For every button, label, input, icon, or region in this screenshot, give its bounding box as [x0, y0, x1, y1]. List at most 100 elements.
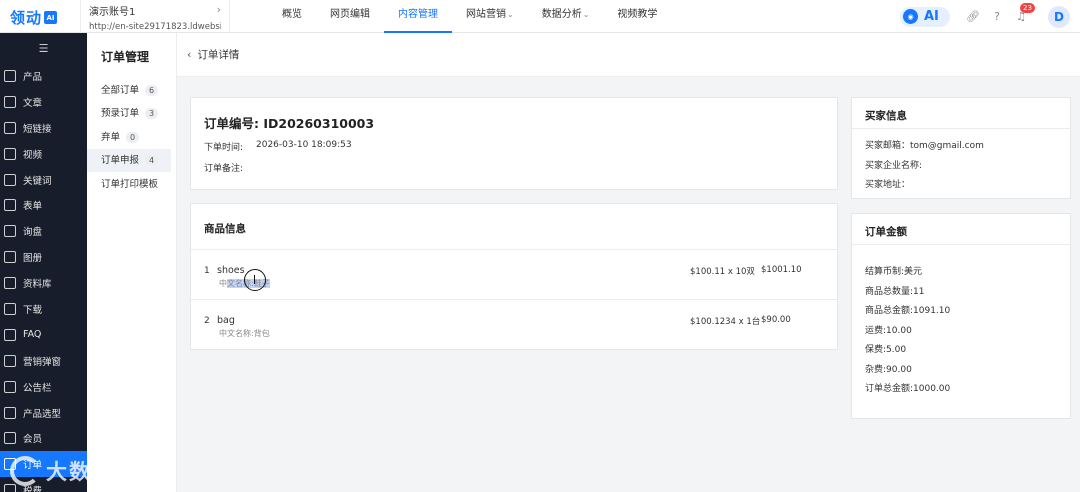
- watermark-logo-icon: [10, 456, 40, 486]
- logo-text: 领动: [10, 9, 43, 27]
- buyer-title: 买家信息: [852, 98, 1070, 129]
- account-switcher[interactable]: 演示账号1 http://en-site29171823.ldwebsite..…: [80, 0, 230, 33]
- link-icon[interactable]: 🔗︎: [964, 8, 982, 26]
- amount-title: 订单金额: [852, 214, 1070, 245]
- nav-page-edit[interactable]: 网页编辑: [316, 0, 384, 33]
- order-note-row: 订单备注:: [204, 164, 244, 174]
- amount-quantity: 商品总数量:11: [865, 286, 925, 297]
- goods-total: $90.00: [761, 315, 791, 325]
- watermark: 大数跨境: [10, 456, 138, 486]
- selection-icon: [4, 406, 16, 419]
- amount-misc: 杂费:90.00: [865, 364, 912, 375]
- popup-icon: [4, 354, 16, 367]
- sidebar-item-inquiries[interactable]: 询盘: [0, 218, 87, 244]
- chevron-down-icon: ⌄: [507, 10, 514, 19]
- article-icon: [4, 95, 16, 108]
- sidebar-item-product-selection[interactable]: 产品选型: [0, 400, 87, 426]
- amount-order-total: 订单总金额:1000.00: [865, 384, 951, 394]
- keyword-icon: [4, 173, 16, 186]
- page-header: ‹ 订单详情: [177, 33, 1080, 77]
- robot-icon: ◉: [903, 9, 918, 24]
- count-badge: 3: [145, 108, 159, 119]
- notice-icon: [4, 380, 16, 393]
- nav-analytics[interactable]: 数据分析⌄: [528, 0, 604, 33]
- buyer-info-card: 买家信息 买家邮箱：tom@gmail.com 买家企业名称: 买家地址：: [851, 97, 1071, 199]
- faq-icon: [4, 328, 16, 341]
- sidebar-item-downloads[interactable]: 下载: [0, 296, 87, 322]
- text-cursor-icon: [244, 269, 266, 291]
- goods-name: shoes: [217, 265, 245, 276]
- amount-shipping: 运费:10.00: [865, 325, 912, 336]
- library-icon: [4, 277, 16, 290]
- top-right-tools: ◉ AI 🔗︎ ? ♫ 23 D: [900, 0, 1080, 33]
- subnav-item-pre-recorded[interactable]: 预录订单 3: [87, 102, 176, 125]
- grid-icon: [4, 69, 16, 82]
- help-icon[interactable]: ?: [988, 8, 1006, 26]
- order-time-row: 下单时间: 2026-03-10 18:09:53: [204, 140, 352, 153]
- amount-currency: 结算币制:美元: [865, 267, 923, 277]
- goods-index: 2: [204, 316, 210, 326]
- amount-goods-total: 商品总金额:1091.10: [865, 306, 951, 316]
- goods-price: $100.1234 x 1台: [690, 317, 761, 327]
- sidebar-item-keywords[interactable]: 关键词: [0, 167, 87, 193]
- buyer-address: 买家地址：: [865, 180, 911, 190]
- goods-name: bag: [217, 315, 235, 326]
- ai-label: AI: [924, 9, 939, 24]
- page-title: 订单详情: [197, 49, 240, 61]
- subnav-item-all-orders[interactable]: 全部订单 6: [87, 79, 176, 102]
- download-icon: [4, 302, 16, 315]
- video-icon: [4, 147, 16, 160]
- goods-title: 商品信息: [191, 204, 837, 250]
- count-badge: 0: [126, 131, 140, 143]
- order-number: 订单编号: ID20260310003: [204, 116, 375, 131]
- nav-video-tutorial[interactable]: 视频教学: [603, 0, 671, 33]
- subnav-item-declaration[interactable]: 订单申报 4: [87, 149, 171, 172]
- sidebar-item-articles[interactable]: 文章: [0, 89, 87, 115]
- nav-overview[interactable]: 概览: [268, 0, 316, 33]
- goods-total: $1001.10: [761, 265, 802, 275]
- sidebar-item-products[interactable]: 产品: [0, 63, 87, 89]
- sidebar-item-forms[interactable]: 表单: [0, 192, 87, 218]
- count-badge: 6: [145, 84, 159, 96]
- logo[interactable]: 领动 AI: [10, 7, 58, 28]
- buyer-email: 买家邮箱：tom@gmail.com: [865, 141, 984, 151]
- menu-collapse-icon[interactable]: ☰: [0, 33, 87, 63]
- sidebar-item-library[interactable]: 资料库: [0, 270, 87, 296]
- avatar[interactable]: D: [1048, 5, 1070, 28]
- sidebar-item-short-links[interactable]: 短链接: [0, 115, 87, 141]
- sidebar-item-notice-board[interactable]: 公告栏: [0, 374, 87, 400]
- sidebar-item-popups[interactable]: 营销弹窗: [0, 348, 87, 374]
- sidebar: ☰ 产品 文章 短链接 视频 关键词 表单 询盘 图册 资料库 下载 FAQ 营…: [0, 33, 87, 492]
- logo-ai-badge: AI: [44, 11, 58, 24]
- album-icon: [4, 251, 16, 264]
- nav-content-management[interactable]: 内容管理: [384, 0, 452, 33]
- sidebar-item-faq[interactable]: FAQ: [0, 322, 87, 348]
- order-info-card: 订单编号: ID20260310003 下单时间: 2026-03-10 18:0…: [190, 97, 838, 190]
- order-amount-card: 订单金额 结算币制:美元 商品总数量:11 商品总金额:1091.10 运费:1…: [851, 213, 1071, 419]
- goods-index: 1: [204, 266, 210, 276]
- chevron-down-icon: ⌄: [582, 10, 590, 19]
- sidebar-item-members[interactable]: 会员: [0, 425, 87, 451]
- top-bar: 领动 AI 演示账号1 http://en-site29171823.ldweb…: [0, 0, 1080, 33]
- back-arrow-icon[interactable]: ‹: [187, 48, 191, 61]
- buyer-company: 买家企业名称:: [865, 160, 923, 171]
- count-badge: 4: [145, 155, 159, 166]
- nav-marketing[interactable]: 网站营销⌄: [452, 0, 528, 33]
- goods-chinese-name[interactable]: 中文名称:背包: [219, 328, 270, 339]
- sidebar-item-videos[interactable]: 视频: [0, 141, 87, 167]
- inquiry-icon: [4, 225, 16, 238]
- sidebar-item-albums[interactable]: 图册: [0, 244, 87, 270]
- ai-assistant-button[interactable]: ◉ AI: [900, 6, 950, 27]
- account-url: http://en-site29171823.ldwebsite...: [89, 22, 221, 32]
- order-subnav: 订单管理 全部订单 6 预录订单 3 弃单 0 订单申报 4 订单打印模板: [87, 33, 177, 492]
- bell-icon[interactable]: ♫ 23: [1012, 2, 1035, 26]
- goods-price: $100.11 x 10双: [690, 267, 755, 277]
- goods-info-card: 商品信息 1 shoes 中文名称:鞋子 $100.11 x 10双 $1001…: [190, 203, 838, 350]
- order-time: 2026-03-10 18:09:53: [256, 140, 352, 150]
- amount-insurance: 保费:5.00: [865, 345, 907, 355]
- subnav-item-print-template[interactable]: 订单打印模板: [87, 173, 176, 196]
- member-icon: [4, 432, 16, 445]
- goods-row: 1 shoes 中文名称:鞋子 $100.11 x 10双 $1001.10: [191, 250, 837, 300]
- notification-badge: 23: [1020, 2, 1035, 13]
- subnav-item-abandoned[interactable]: 弃单 0: [87, 126, 176, 149]
